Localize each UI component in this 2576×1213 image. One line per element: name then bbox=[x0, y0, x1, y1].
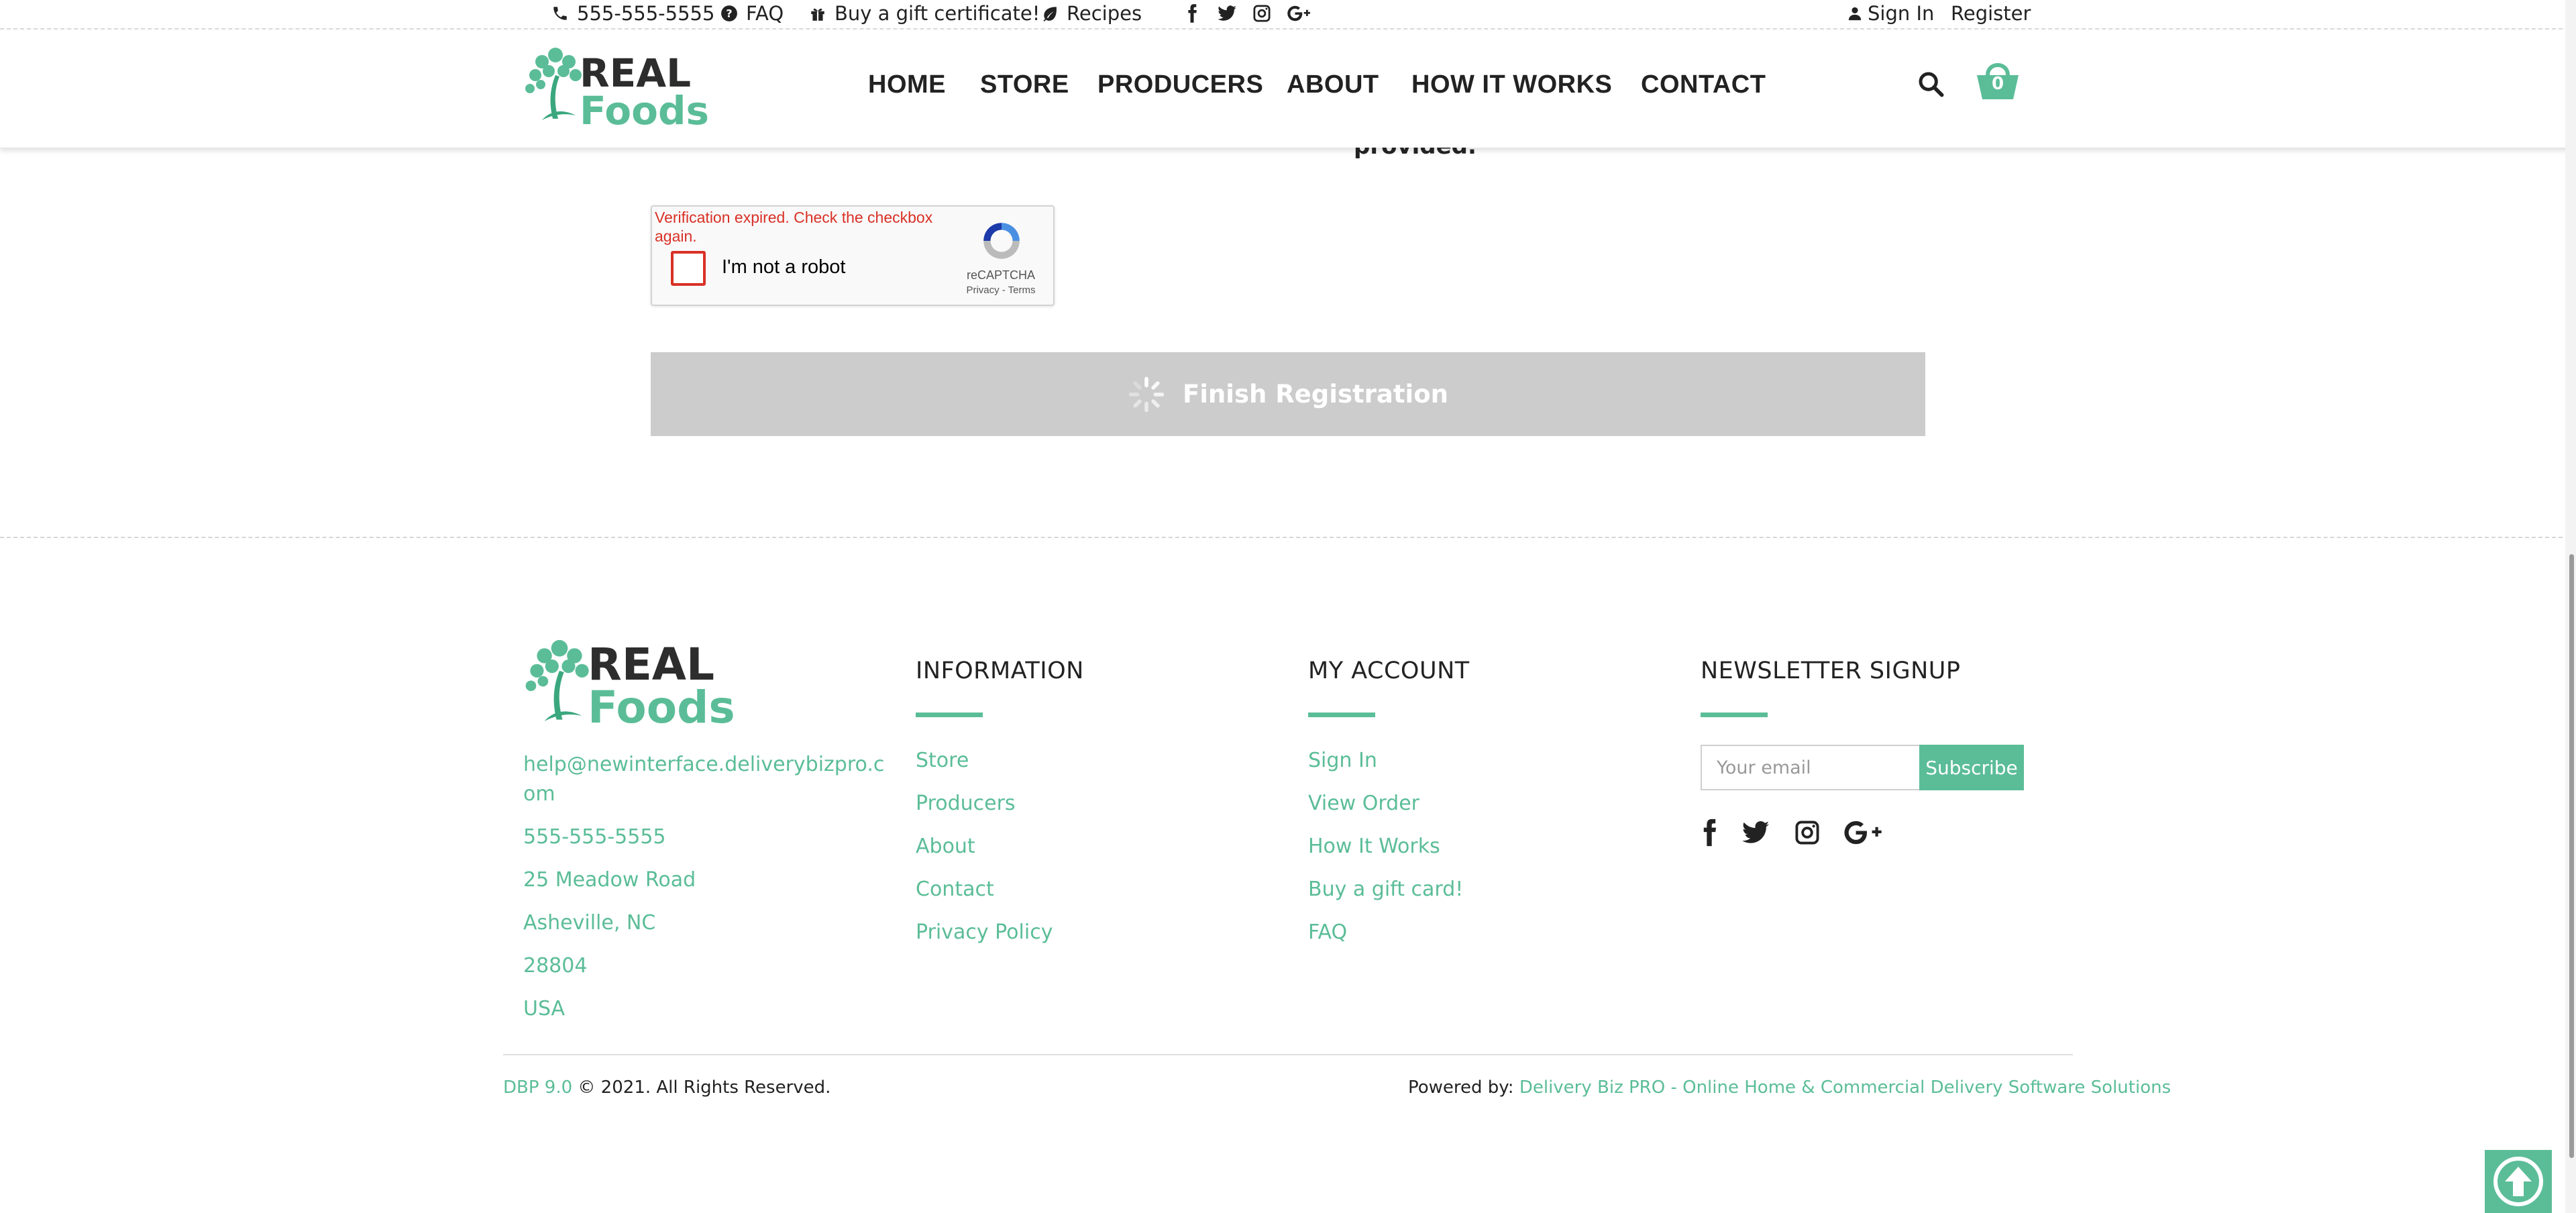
newsletter-email-input[interactable] bbox=[1701, 745, 1919, 790]
powered-by-link[interactable]: Delivery Biz PRO - Online Home & Commerc… bbox=[1519, 1077, 2171, 1098]
nav-item-home[interactable]: HOME bbox=[868, 66, 946, 103]
gift-icon bbox=[811, 8, 824, 21]
footer-phone[interactable]: 555-555-5555 bbox=[523, 825, 666, 849]
footer-link-store[interactable]: Store bbox=[916, 749, 969, 772]
footer-link-gift-card[interactable]: Buy a gift card! bbox=[1308, 878, 1463, 901]
topbar-faq-link[interactable]: ? FAQ bbox=[720, 0, 784, 27]
footer-link-privacy-policy[interactable]: Privacy Policy bbox=[916, 920, 1053, 944]
topbar-sign-in-link[interactable]: Sign In bbox=[1847, 0, 1934, 27]
twitter-icon[interactable] bbox=[1217, 3, 1237, 23]
footer-divider bbox=[0, 537, 2576, 538]
footer-account-heading: MY ACCOUNT bbox=[1308, 657, 1470, 684]
top-bar: 555-555-5555 ? FAQ Buy a gift certificat… bbox=[0, 0, 2576, 30]
footer-social-links bbox=[1701, 817, 1883, 848]
footer-email-line-2[interactable]: om bbox=[523, 782, 555, 806]
footer-google-plus-icon[interactable] bbox=[1844, 819, 1883, 846]
footer-bottom-rule bbox=[503, 1054, 2073, 1055]
footer-link-view-order[interactable]: View Order bbox=[1308, 792, 1419, 815]
recaptcha-widget: Verification expired. Check the checkbox… bbox=[651, 205, 1055, 306]
topbar-gift-text: Buy a gift certificate! bbox=[835, 2, 1040, 25]
topbar-faq-text: FAQ bbox=[746, 2, 784, 25]
footer-newsletter-underline bbox=[1701, 713, 1768, 717]
footer-country: USA bbox=[523, 997, 566, 1020]
footer-information-heading: INFORMATION bbox=[916, 657, 1084, 684]
finish-registration-label: Finish Registration bbox=[1182, 380, 1449, 409]
topbar-register-text: Register bbox=[1951, 2, 2031, 25]
finish-registration-button[interactable]: Finish Registration bbox=[651, 352, 1925, 436]
footer-information-underline bbox=[916, 713, 983, 717]
logo-word-foods: Foods bbox=[580, 88, 710, 134]
footer-email-line-1[interactable]: help@newinterface.deliverybizpro.c bbox=[523, 753, 884, 776]
arrow-up-circle-icon bbox=[2493, 1157, 2543, 1206]
footer-twitter-icon[interactable] bbox=[1741, 819, 1770, 846]
footer-instagram-icon[interactable] bbox=[1793, 819, 1821, 847]
instagram-icon[interactable] bbox=[1252, 3, 1272, 23]
nav-item-producers[interactable]: PRODUCERS bbox=[1097, 66, 1263, 103]
topbar-recipes-link[interactable]: Recipes bbox=[1041, 0, 1142, 27]
footer-street: 25 Meadow Road bbox=[523, 868, 696, 892]
recaptcha-icon bbox=[983, 223, 1020, 259]
cart-button[interactable]: 0 bbox=[1974, 58, 2021, 102]
topbar-phone-text: 555-555-5555 bbox=[577, 2, 715, 25]
spinner-icon bbox=[1128, 376, 1165, 412]
footer-city: Asheville, NC bbox=[523, 911, 656, 935]
nav-item-contact[interactable]: CONTACT bbox=[1641, 66, 1766, 103]
user-icon bbox=[1848, 7, 1862, 21]
nav-item-how-it-works[interactable]: HOW IT WORKS bbox=[1411, 66, 1612, 103]
footer-tree-logo-icon bbox=[525, 639, 589, 721]
google-plus-icon[interactable] bbox=[1287, 3, 1313, 23]
nav-item-store[interactable]: STORE bbox=[980, 66, 1069, 103]
footer-zip: 28804 bbox=[523, 954, 588, 978]
footer-newsletter-heading: NEWSLETTER SIGNUP bbox=[1701, 657, 1961, 684]
scroll-to-top-button[interactable] bbox=[2485, 1150, 2552, 1213]
version-link[interactable]: DBP 9.0 bbox=[503, 1077, 572, 1098]
footer-logo-word-foods: Foods bbox=[588, 682, 735, 733]
leaf-icon bbox=[1043, 7, 1057, 21]
svg-text:?: ? bbox=[726, 7, 732, 19]
footer-link-faq[interactable]: FAQ bbox=[1308, 920, 1347, 944]
copyright-text: © 2021. All Rights Reserved. bbox=[578, 1077, 831, 1098]
phone-icon bbox=[553, 7, 567, 20]
topbar-recipes-text: Recipes bbox=[1067, 2, 1142, 25]
powered-by-label: Powered by: bbox=[1408, 1077, 1514, 1098]
footer-link-producers[interactable]: Producers bbox=[916, 792, 1016, 815]
topbar-gift-link[interactable]: Buy a gift certificate! bbox=[809, 0, 1040, 27]
footer-facebook-icon[interactable] bbox=[1701, 818, 1718, 847]
powered-by-line: Powered by: Delivery Biz PRO - Online Ho… bbox=[1408, 1077, 2171, 1098]
topbar-sign-in-text: Sign In bbox=[1868, 2, 1935, 25]
footer-link-sign-in[interactable]: Sign In bbox=[1308, 749, 1377, 772]
cart-count: 0 bbox=[1991, 74, 2004, 94]
tree-logo-icon bbox=[525, 48, 582, 120]
recaptcha-brand: reCAPTCHA bbox=[966, 268, 1035, 282]
footer-link-contact[interactable]: Contact bbox=[916, 878, 994, 901]
recaptcha-checkbox[interactable] bbox=[671, 251, 706, 286]
logo-word-real: REAL bbox=[580, 50, 692, 96]
footer-logo-word-real: REAL bbox=[588, 639, 715, 690]
copyright-line: DBP 9.0 © 2021. All Rights Reserved. bbox=[503, 1077, 830, 1098]
footer-account-underline bbox=[1308, 713, 1375, 717]
topbar-register-link[interactable]: Register bbox=[1951, 0, 2031, 27]
footer-link-about[interactable]: About bbox=[916, 835, 975, 858]
recaptcha-privacy-terms-link[interactable]: Privacy - Terms bbox=[954, 284, 1048, 296]
nav-item-about[interactable]: ABOUT bbox=[1287, 66, 1379, 103]
topbar-phone[interactable]: 555-555-5555 bbox=[551, 0, 714, 27]
main-header: REAL Foods HOME STORE PRODUCERS ABOUT HO… bbox=[0, 30, 2576, 148]
page-scrollbar-thumb[interactable] bbox=[2569, 554, 2574, 1158]
facebook-icon[interactable] bbox=[1182, 3, 1202, 23]
footer-logo[interactable]: REAL Foods bbox=[522, 631, 735, 730]
footer-link-how-it-works[interactable]: How It Works bbox=[1308, 835, 1440, 858]
newsletter-subscribe-button[interactable]: Subscribe bbox=[1919, 745, 2024, 790]
header-logo[interactable]: REAL Foods bbox=[522, 40, 709, 130]
topbar-social-links bbox=[1182, 0, 1313, 27]
recaptcha-label: I'm not a robot bbox=[722, 256, 846, 278]
question-circle-icon: ? bbox=[721, 5, 737, 21]
search-icon[interactable] bbox=[1917, 70, 1944, 98]
recaptcha-error-message: Verification expired. Check the checkbox… bbox=[655, 209, 933, 245]
